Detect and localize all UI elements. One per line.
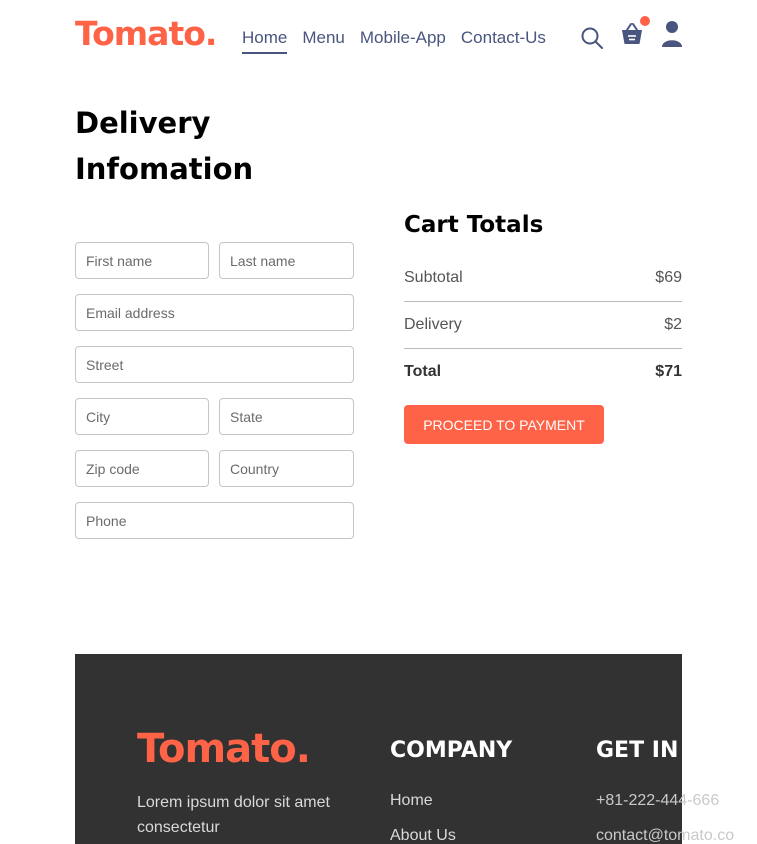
- nav-item-home[interactable]: Home: [242, 28, 288, 54]
- total-row: Total $71: [404, 363, 682, 381]
- cart-badge-dot: [640, 16, 650, 26]
- zip-code-field[interactable]: [75, 450, 209, 487]
- delivery-fee-value: $2: [664, 316, 682, 333]
- delivery-fee-row: Delivery $2: [404, 316, 682, 334]
- street-field[interactable]: [75, 346, 354, 383]
- nav-menu: Home Menu Mobile-App Contact-Us: [242, 28, 546, 54]
- company-heading: COMPANY: [390, 738, 513, 763]
- subtotal-label: Subtotal: [404, 269, 463, 286]
- nav-item-mobile-app[interactable]: Mobile-App: [360, 28, 446, 54]
- footer-link-about-us[interactable]: About Us: [390, 827, 456, 844]
- footer-description: Lorem ipsum dolor sit amet consectetur: [137, 794, 330, 836]
- basket-icon[interactable]: [621, 22, 643, 46]
- total-label: Total: [404, 363, 442, 380]
- delivery-fee-label: Delivery: [404, 316, 462, 333]
- user-icon[interactable]: [661, 20, 683, 48]
- nav-item-menu[interactable]: Menu: [302, 28, 345, 54]
- last-name-field[interactable]: [219, 242, 354, 279]
- first-name-field[interactable]: [75, 242, 209, 279]
- state-field[interactable]: [219, 398, 354, 435]
- subtotal-value: $69: [655, 269, 682, 286]
- divider: [404, 348, 682, 349]
- city-field[interactable]: [75, 398, 209, 435]
- search-icon[interactable]: [581, 27, 603, 49]
- divider: [404, 301, 682, 302]
- footer-phone: +81-222-444-666: [596, 792, 720, 809]
- contact-heading: GET IN TOUCH: [596, 738, 682, 763]
- country-field[interactable]: [219, 450, 354, 487]
- footer-link-home[interactable]: Home: [390, 792, 433, 810]
- proceed-to-payment-button[interactable]: PROCEED TO PAYMENT: [404, 405, 604, 444]
- footer-email[interactable]: contact@tomato.co: [596, 827, 734, 844]
- brand-logo[interactable]: Tomato.: [75, 14, 217, 53]
- footer-logo: Tomato.: [137, 726, 311, 772]
- cart-totals-title: Cart Totals: [404, 212, 544, 238]
- subtotal-row: Subtotal $69: [404, 269, 682, 287]
- phone-field[interactable]: [75, 502, 354, 539]
- footer: Tomato. Lorem ipsum dolor sit amet conse…: [75, 654, 682, 844]
- email-field[interactable]: [75, 294, 354, 331]
- page-title: Delivery Infomation: [75, 106, 254, 186]
- total-value: $71: [655, 363, 682, 380]
- nav-item-contact-us[interactable]: Contact-Us: [461, 28, 546, 54]
